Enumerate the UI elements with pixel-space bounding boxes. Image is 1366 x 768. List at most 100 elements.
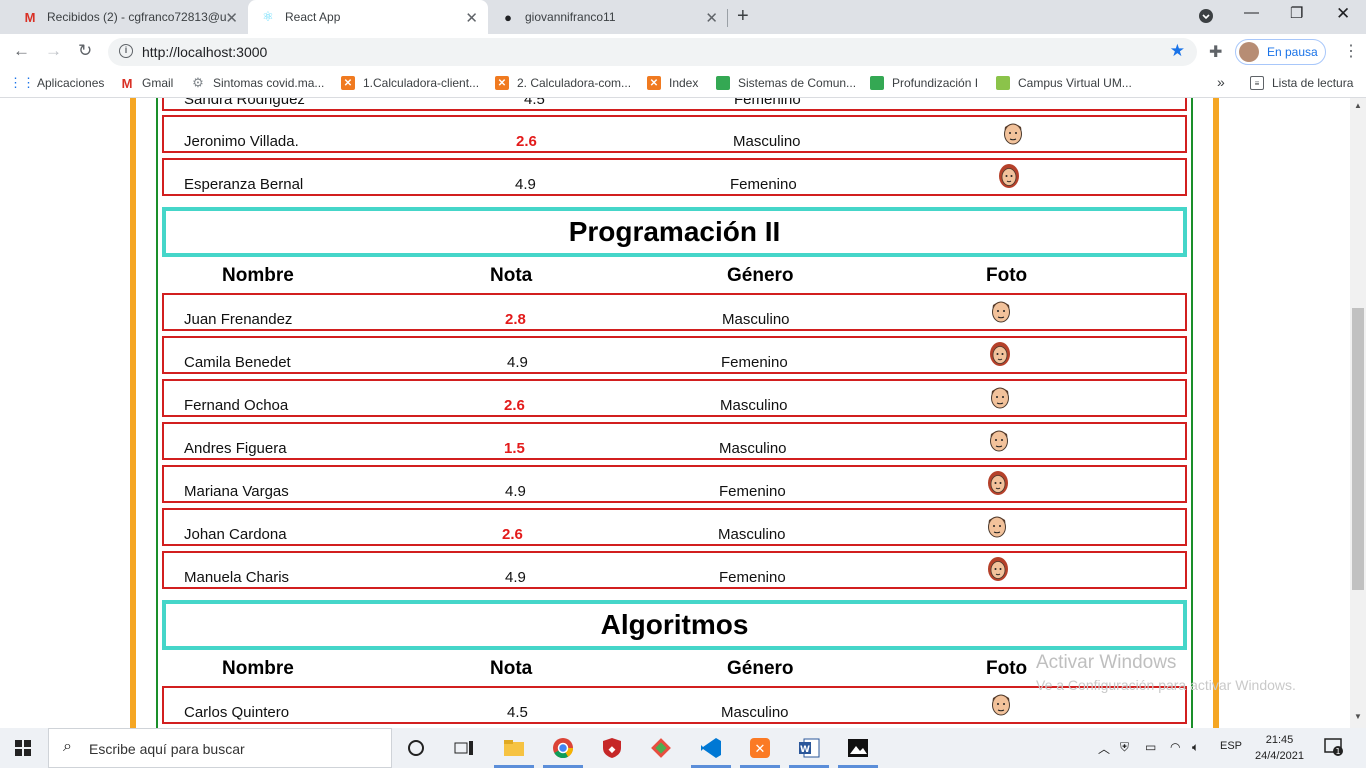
tab-github[interactable]: ● giovannifranco11 ✕ — [488, 0, 728, 34]
column-header-nombre: Nombre — [222, 658, 294, 679]
forward-button[interactable]: → — [45, 41, 62, 61]
reading-list-icon: ≡ — [1250, 76, 1264, 90]
bookmark-gmail[interactable]: M Gmail — [120, 76, 174, 91]
bookmark-profundizacion[interactable]: Profundización I — [870, 76, 978, 90]
campus-icon — [996, 76, 1010, 90]
student-row: Camila Benedet 4.9 Femenino — [162, 336, 1187, 374]
student-gender: Femenino — [719, 569, 786, 586]
student-row: Mariana Vargas 4.9 Femenino — [162, 465, 1187, 503]
notifications-icon[interactable]: 1 — [1324, 738, 1344, 759]
address-bar[interactable]: i http://localhost:3000 ★ — [108, 38, 1197, 66]
tab-strip: M Recibidos (2) - cgfranco72813@u ✕ ⚛ Re… — [0, 0, 1366, 34]
column-header-nota: Nota — [490, 658, 533, 679]
inner-border-right — [1191, 98, 1193, 728]
bookmark-sintomas[interactable]: ⚙ Sintomas covid.ma... — [191, 75, 325, 90]
word-icon[interactable]: W — [795, 734, 823, 762]
student-gender: Masculino — [721, 704, 789, 721]
outer-border-right — [1213, 98, 1219, 728]
male-face-icon — [992, 301, 1010, 323]
section-title-programacion: Programación II — [162, 207, 1187, 257]
battery-icon[interactable]: ▭ — [1145, 740, 1156, 754]
column-header-foto: Foto — [986, 658, 1028, 679]
minimize-button[interactable]: — — [1244, 4, 1259, 21]
xampp-icon[interactable]: ✕ — [746, 734, 774, 762]
language-indicator[interactable]: ESP — [1220, 740, 1242, 752]
page-scrollbar[interactable]: ▲ ▼ — [1350, 98, 1366, 728]
bookmark-label: Sintomas covid.ma... — [213, 76, 325, 90]
bookmark-index[interactable]: ✕ Index — [647, 76, 698, 90]
clock-time: 21:45 — [1265, 734, 1294, 746]
bookmark-apps[interactable]: ⋮⋮ Aplicaciones — [9, 75, 104, 90]
male-face-icon — [992, 694, 1010, 716]
tab-react-app[interactable]: ⚛ React App ✕ — [248, 0, 488, 34]
xampp-icon: ✕ — [495, 76, 509, 90]
tab-gmail[interactable]: M Recibidos (2) - cgfranco72813@u ✕ — [8, 0, 248, 34]
close-window-button[interactable]: ✕ — [1336, 4, 1350, 24]
git-kraken-icon[interactable] — [647, 734, 675, 762]
student-name: Sandra Rodriguez — [184, 98, 305, 108]
column-header-genero: Género — [727, 265, 794, 286]
male-face-icon — [1004, 123, 1022, 145]
reading-list-button[interactable]: ≡ Lista de lectura — [1250, 76, 1353, 90]
student-name: Camila Benedet — [184, 354, 291, 371]
bookmark-sistemas[interactable]: Sistemas de Comun... — [716, 76, 856, 90]
student-gender: Masculino — [719, 440, 787, 457]
bookmark-campus[interactable]: Campus Virtual UM... — [996, 76, 1132, 90]
wifi-icon[interactable]: ◠ — [1170, 740, 1180, 754]
maximize-button[interactable]: ❐ — [1290, 4, 1303, 22]
bookmark-calculadora-2[interactable]: ✕ 2. Calculadora-com... — [495, 76, 631, 90]
bookmark-star-icon[interactable]: ★ — [1170, 41, 1185, 61]
close-tab-icon[interactable]: ✕ — [705, 9, 718, 27]
back-button[interactable]: ← — [13, 41, 30, 61]
student-row: Andres Figuera 1.5 Masculino — [162, 422, 1187, 460]
more-bookmarks-button[interactable]: » — [1217, 74, 1225, 90]
security-tray-icon[interactable]: ⛨ — [1120, 740, 1129, 755]
bookmarks-bar: ⋮⋮ Aplicaciones M Gmail ⚙ Sintomas covid.ma… — [0, 70, 1366, 98]
volume-icon[interactable]: 🔈︎ — [1192, 740, 1199, 755]
reload-button[interactable]: ↻ — [78, 41, 92, 61]
browser-menu-icon[interactable]: ⋮ — [1343, 41, 1359, 61]
close-tab-icon[interactable]: ✕ — [465, 9, 478, 27]
gear-icon: ⚙ — [192, 75, 204, 90]
vscode-icon[interactable] — [697, 734, 725, 762]
system-clock[interactable]: 21:45 24/4/2021 — [1255, 732, 1304, 764]
bookmark-label: Sistemas de Comun... — [738, 76, 857, 90]
female-face-icon — [999, 164, 1019, 188]
column-header-nota: Nota — [490, 265, 533, 286]
tab-search-icon[interactable] — [1198, 8, 1214, 28]
close-tab-icon[interactable]: ✕ — [225, 9, 238, 27]
search-icon: ⌕ — [63, 738, 72, 755]
antivirus-icon[interactable]: ◆ — [598, 734, 626, 762]
scrollbar-thumb[interactable] — [1352, 308, 1364, 590]
search-placeholder: Escribe aquí para buscar — [89, 741, 245, 757]
student-row: Johan Cardona 2.6 Masculino — [162, 508, 1187, 546]
photos-icon[interactable] — [844, 734, 872, 762]
file-explorer-icon[interactable] — [500, 734, 528, 762]
cortana-icon[interactable] — [402, 734, 430, 762]
site-info-icon[interactable]: i — [119, 44, 133, 58]
profile-button[interactable]: En pausa — [1235, 39, 1326, 65]
scroll-up-arrow-icon[interactable]: ▲ — [1354, 101, 1362, 110]
taskbar-search[interactable]: ⌕ Escribe aquí para buscar — [48, 728, 392, 768]
meet-icon — [716, 76, 730, 90]
tab-title: Recibidos (2) - cgfranco72813@u — [47, 10, 227, 24]
student-row: Manuela Charis 4.9 Femenino — [162, 551, 1187, 589]
new-tab-button[interactable]: + — [737, 5, 749, 28]
url-text[interactable]: http://localhost:3000 — [142, 44, 267, 60]
bookmark-calculadora-1[interactable]: ✕ 1.Calculadora-client... — [341, 76, 479, 90]
student-name: Manuela Charis — [184, 569, 290, 586]
tray-expand-icon[interactable]: ︿ — [1098, 740, 1110, 757]
student-grade: 4.5 — [524, 98, 545, 108]
bookmark-label: 1.Calculadora-client... — [363, 76, 480, 90]
task-view-icon[interactable] — [450, 734, 478, 762]
outer-border-left — [130, 98, 136, 728]
student-row: Jeronimo Villada. 2.6 Masculino — [162, 115, 1187, 153]
extensions-puzzle-icon[interactable]: ✚ — [1209, 42, 1222, 62]
svg-text:◆: ◆ — [609, 745, 616, 755]
student-name: Johan Cardona — [184, 526, 287, 543]
scroll-down-arrow-icon[interactable]: ▼ — [1354, 712, 1362, 721]
windows-start-icon[interactable] — [15, 740, 31, 756]
student-name: Carlos Quintero — [184, 704, 290, 721]
gmail-icon: M — [24, 9, 36, 25]
chrome-icon[interactable] — [549, 734, 577, 762]
